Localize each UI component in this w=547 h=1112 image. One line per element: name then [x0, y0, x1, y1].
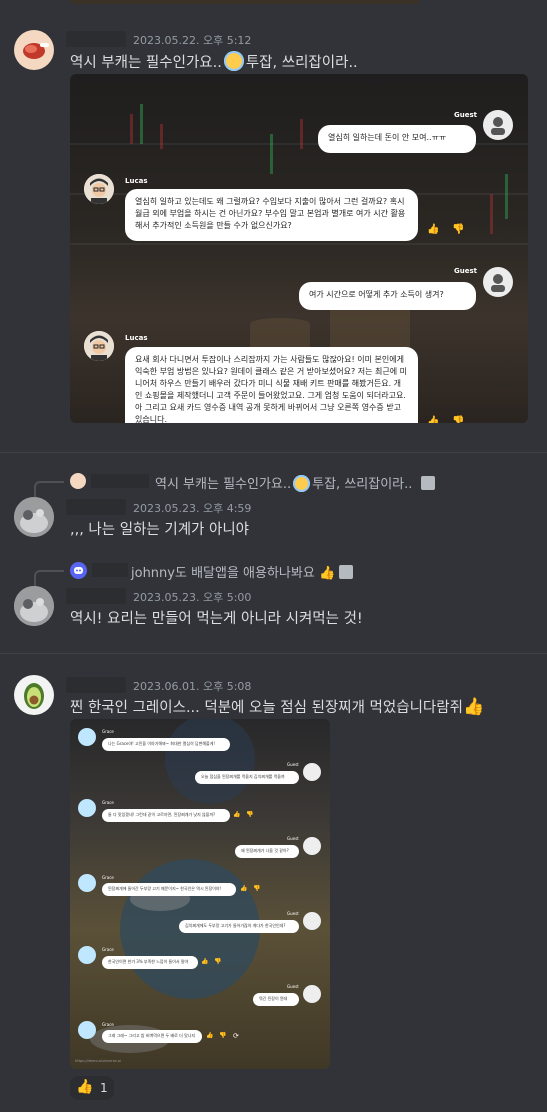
thumbs-down-icon[interactable]: 👎: [452, 224, 464, 235]
thumbs-down-icon[interactable]: 👎: [246, 811, 253, 818]
chat-bubble-guest-1: 열심히 일하는데 돈이 안 모여..ㅠㅠ: [318, 125, 476, 153]
thumbs-down-icon[interactable]: 👎: [214, 958, 221, 965]
guest-avatar-icon: [303, 763, 321, 781]
chat-image-embed-small[interactable]: Grace 나는 Grace야! 고민을 이야기해봐~ 최대한 열심히 답변해볼…: [70, 719, 330, 1069]
thumbs-up-emoji-icon: 👍: [462, 697, 485, 717]
reply-username-blurred[interactable]: [91, 474, 149, 488]
guest-avatar-icon: [483, 110, 513, 140]
reply-avatar-meat[interactable]: [70, 473, 86, 489]
thumbs-up-icon[interactable]: 👍: [233, 811, 240, 818]
username-blurred[interactable]: [66, 677, 126, 693]
guest-avatar-icon: [303, 837, 321, 855]
thumbs-up-icon[interactable]: 👍: [240, 885, 247, 892]
chat-name-guest-1: Guest: [454, 111, 477, 119]
embed-footer-url: https://demo.aiuniverse.ai: [75, 1059, 121, 1063]
chat-image-embed[interactable]: Guest 열심히 일하는데 돈이 안 모여..ㅠㅠ Lucas 열심히 일하고…: [70, 74, 528, 423]
thumbs-up-icon[interactable]: 👍: [206, 1032, 213, 1039]
thumbs-up-icon[interactable]: 👍: [427, 224, 439, 235]
chat-bubble-guest-4: 뭐긴 된장이 뭔데: [253, 993, 299, 1006]
grace-avatar-icon: [78, 874, 96, 892]
grace-avatar-icon: [78, 728, 96, 746]
chat-name-grace: Grace: [102, 875, 114, 880]
timestamp: 2023.06.01. 오후 5:08: [133, 680, 252, 693]
thumbs-down-icon[interactable]: 👎: [219, 1032, 226, 1039]
reply-preview[interactable]: johnny도 배달앱을 애용하나봐요 👍: [131, 562, 354, 581]
chat-bubble-grace-1: 나는 Grace야! 고민을 이야기해봐~ 최대한 열심히 답변해볼게!: [102, 738, 230, 751]
previous-embed-edge: [70, 0, 420, 4]
guest-avatar-icon: [483, 267, 513, 297]
chat-bubble-grace-5: 그래 그래~ 그리고 밥 비벼먹으면 두 배로 더 맛나지: [102, 1030, 202, 1043]
chat-name-guest: Guest: [287, 911, 299, 916]
timestamp: 2023.05.22. 오후 5:12: [133, 34, 252, 47]
timestamp: 2023.05.23. 오후 4:59: [133, 502, 252, 515]
grace-avatar-icon: [78, 1021, 96, 1039]
username-blurred[interactable]: [66, 31, 126, 47]
avatar-cat[interactable]: [14, 586, 54, 626]
grace-avatar-icon: [78, 946, 96, 964]
lucas-avatar-icon: [84, 174, 114, 204]
chat-bubble-lucas-1: 열심히 일하고 있는데도 왜 그럴까요? 수입보다 지출이 많아서 그런 걸까요…: [125, 189, 418, 241]
halo-smile-emoji-icon: [293, 475, 311, 492]
thumbs-up-emoji-icon: 👍: [76, 1079, 94, 1095]
chat-bubble-guest-2: 여가 시간으로 어떻게 추가 소득이 생겨?: [299, 282, 476, 310]
chat-bubble-guest-1: 오늘 점심을 된장찌개를 먹을지 김치찌개를 먹을까: [195, 771, 299, 784]
chat-name-lucas-1: Lucas: [125, 177, 148, 185]
chat-name-guest-2: Guest: [454, 267, 477, 275]
reply-preview[interactable]: 역시 부캐는 필수인가요.. 투잡, 쓰리잡이라..: [155, 473, 435, 492]
reply-connector: [34, 570, 64, 586]
chat-name-guest: Guest: [287, 984, 299, 989]
reaction-thumbs-up[interactable]: 👍 1: [70, 1076, 114, 1100]
message-divider: [0, 653, 547, 654]
chat-name-grace: Grace: [102, 800, 114, 805]
message-text: 역시 부캐는 필수인가요.. 투잡, 쓰리잡이라..: [70, 51, 358, 72]
chat-bubble-guest-3: 김치찌개에도 두부랑 고기가 들어가잖아 게다가 한국인인데?: [179, 920, 299, 933]
reaction-count: 1: [100, 1081, 108, 1095]
thumbs-down-icon[interactable]: 👎: [452, 416, 464, 423]
chat-bubble-grace-4: 한국인이면 한가 3% 부족한 느낌이 들어서 말야: [102, 956, 198, 969]
message-divider: [0, 452, 547, 453]
message-text: 역시! 요리는 만들어 먹는게 아니라 시켜먹는 것!: [70, 611, 363, 627]
thumbs-up-icon[interactable]: 👍: [201, 958, 208, 965]
timestamp: 2023.05.23. 오후 5:00: [133, 591, 252, 604]
avatar-cat[interactable]: [14, 497, 54, 537]
grace-avatar-icon: [78, 799, 96, 817]
discord-avatar-icon[interactable]: [70, 562, 87, 579]
message-text: ,,, 나는 일하는 기계가 아니야: [70, 522, 250, 538]
avatar-meat[interactable]: [14, 30, 54, 70]
chat-bubble-lucas-2: 요새 회사 다니면서 투잡이나 스리잡까지 가는 사람들도 많잖아요! 이미 본…: [125, 347, 418, 423]
image-attachment-icon: [339, 565, 354, 579]
chat-name-grace: Grace: [102, 947, 114, 952]
guest-avatar-icon: [303, 985, 321, 1003]
chat-name-guest: Guest: [287, 762, 299, 767]
guest-avatar-icon: [303, 912, 321, 930]
reply-connector: [34, 481, 64, 497]
chat-name-grace: Grace: [102, 729, 114, 734]
thumbs-down-icon[interactable]: 👎: [253, 885, 260, 892]
avatar-avocado[interactable]: [14, 675, 54, 715]
thumbs-up-emoji-icon: 👍: [318, 566, 336, 581]
chat-name-lucas-2: Lucas: [125, 334, 148, 342]
chat-bubble-guest-2: 왜 된장찌개가 나을 것 같아?: [235, 845, 299, 858]
regenerate-icon[interactable]: ⟳: [233, 1032, 239, 1040]
image-attachment-icon: [420, 476, 435, 490]
halo-smile-emoji-icon: [223, 51, 244, 71]
lucas-avatar-icon: [84, 331, 114, 361]
chat-name-grace: Grace: [102, 1022, 114, 1027]
chat-bubble-grace-2: 둘 다 맛있겠네! 그런데 같이 고르자면, 된장찌개가 낫지 않을까?: [102, 809, 230, 822]
chat-name-guest: Guest: [287, 836, 299, 841]
chat-bubble-grace-3: 된장찌개에 들어간 두부랑 고기 때문이지~ 한국인은 역시 된장이야!: [102, 883, 236, 896]
thumbs-up-icon[interactable]: 👍: [427, 416, 439, 423]
username-blurred[interactable]: [66, 588, 126, 604]
message-text: 찐 한국인 그레이스... 덕분에 오늘 점심 된장찌개 먹었습니다람쥐👍: [70, 697, 485, 717]
reply-username-blurred[interactable]: [92, 563, 128, 577]
username-blurred[interactable]: [66, 499, 126, 515]
